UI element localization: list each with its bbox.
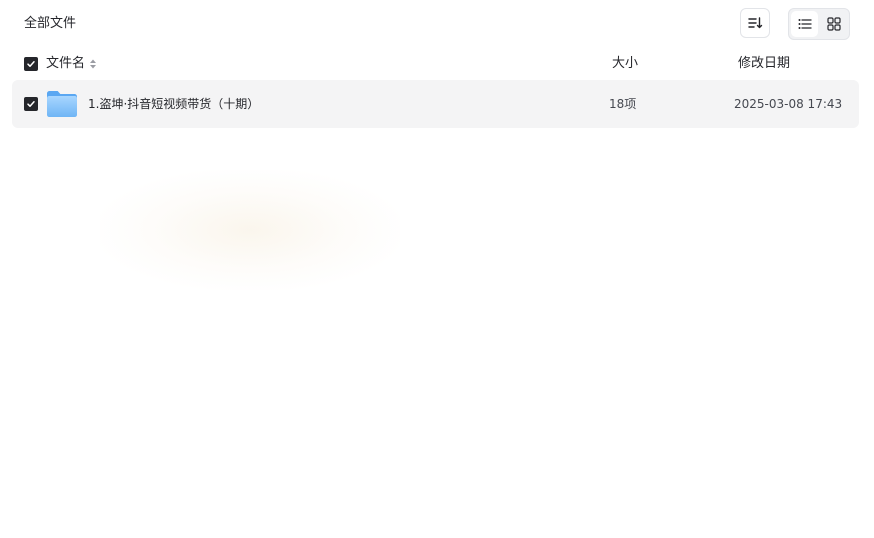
background-glow xyxy=(100,170,400,290)
sort-icon xyxy=(748,17,763,29)
check-icon xyxy=(27,101,35,107)
grid-view-icon xyxy=(826,17,841,31)
sort-button[interactable] xyxy=(740,8,770,38)
check-icon xyxy=(27,61,35,67)
column-header-name[interactable]: 文件名 xyxy=(46,55,97,73)
list-view-button[interactable] xyxy=(791,11,818,37)
list-view-icon xyxy=(798,19,812,29)
table-header: 文件名 大小 修改日期 xyxy=(12,48,859,80)
column-header-modified[interactable]: 修改日期 xyxy=(738,55,790,73)
file-manager: 全部文件 文件名 大小 修改日期 1.盗坤·抖音短视频带货（十期） 18项 20… xyxy=(0,0,874,538)
file-size: 18项 xyxy=(609,97,637,111)
breadcrumb-all-files[interactable]: 全部文件 xyxy=(24,15,76,33)
folder-icon xyxy=(47,91,77,117)
grid-view-button[interactable] xyxy=(820,11,847,37)
select-all-checkbox[interactable] xyxy=(24,57,38,71)
sort-toggle-icon xyxy=(90,59,97,69)
file-modified-date: 2025-03-08 17:43 xyxy=(734,97,843,111)
view-toggle xyxy=(788,8,850,40)
file-name[interactable]: 1.盗坤·抖音短视频带货（十期） xyxy=(88,95,259,113)
table-row[interactable]: 1.盗坤·抖音短视频带货（十期） 18项 2025-03-08 17:43 xyxy=(12,80,859,128)
column-header-name-label: 文件名 xyxy=(46,56,86,71)
column-header-size[interactable]: 大小 xyxy=(612,55,638,73)
row-checkbox[interactable] xyxy=(24,97,38,111)
